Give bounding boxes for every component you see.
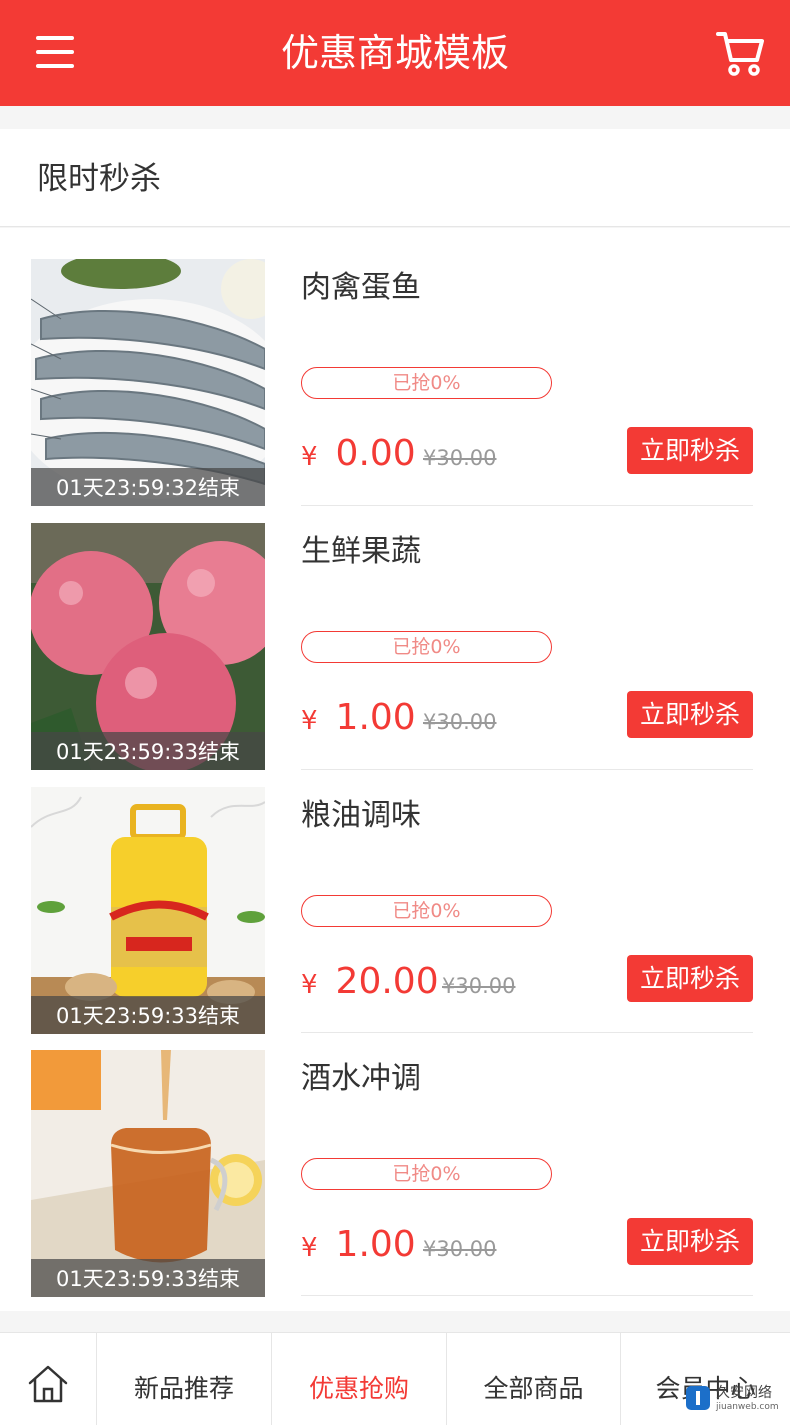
buy-now-button[interactable]: 立即秒杀 [627,427,753,474]
product-image[interactable]: 01天23:59:33结束 [31,523,265,770]
original-price: ¥30.00 [423,446,497,470]
buy-now-button[interactable]: 立即秒杀 [627,691,753,738]
bottom-nav: 新品推荐 优惠抢购 全部商品 会员中心 [0,1332,790,1425]
product-list: 01天23:59:32结束 肉禽蛋鱼 已抢0% ¥0.00 ¥30.00 立即秒… [0,228,790,1311]
sold-progress: 已抢0% [301,631,552,663]
product-name: 酒水冲调 [301,1061,421,1096]
nav-deals[interactable]: 优惠抢购 [272,1333,447,1425]
product-image[interactable]: 01天23:59:33结束 [31,1050,265,1297]
home-icon [28,1365,68,1403]
sale-price: ¥20.00 [301,961,439,1002]
price-amount: 1.00 [335,697,416,738]
product-name: 生鲜果蔬 [301,534,421,569]
page-title: 优惠商城模板 [280,31,509,75]
currency-symbol: ¥ [301,442,318,472]
sale-price: ¥1.00 [301,697,416,738]
nav-all-products[interactable]: 全部商品 [447,1333,621,1425]
nav-home[interactable] [0,1333,97,1425]
watermark-sub: jiuanweb.com [716,1402,779,1412]
list-item: 01天23:59:33结束 酒水冲调 已抢0% ¥1.00 ¥30.00 立即秒… [0,1019,790,1297]
sold-progress: 已抢0% [301,367,552,399]
countdown-timer: 01天23:59:33结束 [31,1259,265,1297]
currency-symbol: ¥ [301,1233,318,1263]
buy-now-button[interactable]: 立即秒杀 [627,955,753,1002]
currency-symbol: ¥ [301,970,318,1000]
app-header: 优惠商城模板 [0,0,790,106]
product-name: 肉禽蛋鱼 [301,270,421,305]
watermark-logo-icon [686,1386,710,1410]
section-title: 限时秒杀 [37,161,161,197]
watermark-text: 久安网络 [716,1385,772,1401]
price-amount: 0.00 [335,433,416,474]
cart-icon[interactable] [716,30,764,76]
original-price: ¥30.00 [442,974,516,998]
price-amount: 20.00 [335,961,439,1002]
sale-price: ¥0.00 [301,433,416,474]
sale-price: ¥1.00 [301,1224,416,1265]
list-item: 01天23:59:33结束 粮油调味 已抢0% ¥20.00 ¥30.00 立即… [0,756,790,1034]
product-image[interactable]: 01天23:59:33结束 [31,787,265,1034]
product-image[interactable]: 01天23:59:32结束 [31,259,265,506]
sold-progress: 已抢0% [301,1158,552,1190]
divider [301,1295,753,1296]
original-price: ¥30.00 [423,710,497,734]
list-item: 01天23:59:32结束 肉禽蛋鱼 已抢0% ¥0.00 ¥30.00 立即秒… [0,228,790,506]
nav-new-products[interactable]: 新品推荐 [97,1333,272,1425]
product-name: 粮油调味 [301,798,421,833]
list-item: 01天23:59:33结束 生鲜果蔬 已抢0% ¥1.00 ¥30.00 立即秒… [0,492,790,770]
currency-symbol: ¥ [301,706,318,736]
buy-now-button[interactable]: 立即秒杀 [627,1218,753,1265]
price-amount: 1.00 [335,1224,416,1265]
flash-sale-header: 限时秒杀 [0,129,790,227]
watermark: 久安网络 jiuanweb.com [684,1380,784,1420]
sold-progress: 已抢0% [301,895,552,927]
original-price: ¥30.00 [423,1237,497,1261]
